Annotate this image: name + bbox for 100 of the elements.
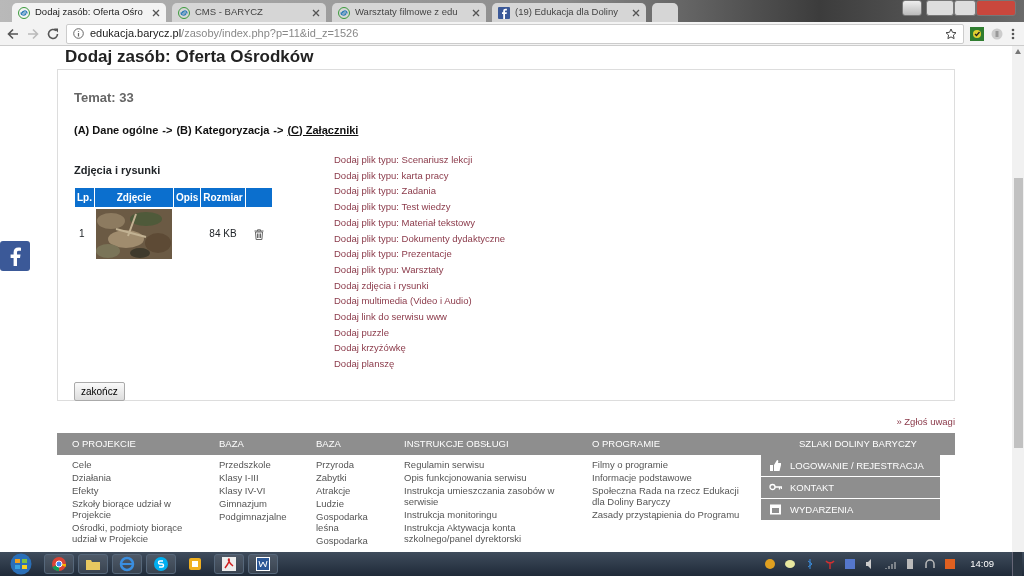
footer-link[interactable]: Zabytki [316,472,390,484]
column-heading: SZLAKI DOLINY BARYCZY [798,437,918,452]
finish-button[interactable]: zakończ [74,381,125,401]
document-icon[interactable] [187,556,203,572]
menu-icon[interactable] [1010,26,1016,41]
table-cell-text: 1 [78,227,86,241]
scroll-up-icon[interactable] [1015,49,1021,54]
footer-link[interactable]: Instrukcja Aktywacja konta szkolnego/panel dyrektorski [404,522,578,545]
thumbs-up-icon [769,459,782,473]
footer-link[interactable]: Ośrodki, podmioty biorące udział w Projekcie [72,522,205,545]
footer-link[interactable]: Przyroda [316,459,390,471]
add-link[interactable]: Dodaj plik typu: Prezentacje [334,246,506,262]
step-arrow: -> [273,122,284,138]
column-header: Opis [174,187,201,207]
headset-icon[interactable] [924,558,937,570]
facebook-icon [498,6,510,19]
clock-text: 14:09 [970,556,994,571]
add-link[interactable]: Dodaj plik typu: Materiał tekstowy [334,214,506,231]
browser-icon[interactable] [51,556,67,572]
page-heading: Dodaj zasób: Oferta Ośrodków [65,47,315,67]
reload-icon[interactable] [46,26,60,41]
add-link[interactable]: Dodaj plik typu: Zadania [334,183,506,200]
footer-link[interactable]: Efekty [72,485,205,497]
footer-link[interactable]: Szkoły biorące udział w Projekcie [72,498,205,521]
profile-button[interactable] [902,0,922,16]
tray-icon[interactable] [764,558,777,570]
add-link[interactable]: Dodaj multimedia (Video i Audio) [334,293,506,310]
add-link[interactable]: Dodaj plik typu: karta pracy [334,167,506,184]
column-heading: O PROJEKCIE [71,437,137,452]
column-heading: INSTRUKCJE OBSŁUGI [403,437,510,452]
address-field[interactable]: edukacja.barycz.pl/zasoby/index.php?p=11&id_z=1526 [66,23,964,44]
footer-link[interactable]: Ludzie [316,498,390,510]
step-link[interactable]: (B) Kategoryzacja [176,121,270,138]
footer-link[interactable]: Klasy I-III [219,472,302,484]
maximize-button[interactable] [954,0,976,16]
column-header: Rozmiar [201,187,245,207]
step-arrow: -> [162,122,173,138]
column-heading: O PROGRAMIE [591,437,662,452]
footer-link[interactable]: Klasy IV-VI [219,485,302,497]
site-icon [338,6,350,19]
star-icon[interactable] [945,27,957,40]
scrollbar[interactable] [1012,46,1024,552]
footer-link[interactable]: Atrakcje [316,485,390,497]
step-link[interactable]: (A) Dane ogólne [74,121,159,138]
footer-link[interactable]: Opis funkcjonowania serwisu [404,472,578,484]
footer-link[interactable]: Gospodarka [316,535,390,547]
antenna-icon[interactable] [824,558,837,570]
column-header [245,187,272,207]
add-link[interactable]: Dodaj plik typu: Test wiedzy [334,199,506,215]
close-icon[interactable] [312,8,320,17]
close-icon[interactable] [152,8,160,17]
footer-link[interactable]: Instrukcja monitoringu [404,509,578,521]
footer-link[interactable]: Społeczna Rada na rzecz Edukacji dla Doliny Baryczy [592,485,753,508]
footer-link[interactable]: Przedszkole [219,459,302,471]
url-text: edukacja.barycz.pl/zasoby/index.php?p=11&id_z=1526 [90,26,360,42]
footer-link[interactable]: Instrukcja umieszczania zasobów w serwisie [404,485,578,508]
info-icon [73,28,84,39]
add-link[interactable]: Dodaj krzyżówkę [334,340,506,357]
footer-link[interactable]: Działania [72,472,205,484]
column-heading: BAZA [218,437,245,452]
footer-link[interactable]: Regulamin serwisu [404,459,578,471]
step-link[interactable]: (C) Załączniki [287,121,359,138]
browser-tab[interactable]: (19) Edukacja dla Doliny [492,3,646,22]
add-link[interactable]: Dodaj puzzle [334,324,506,341]
footer-link[interactable]: Cele [72,459,205,471]
browser-tab[interactable]: Warsztaty filmowe z edu [332,3,486,22]
close-icon[interactable] [632,8,640,17]
chat-icon[interactable] [153,556,169,572]
pdf-icon[interactable] [221,556,237,572]
footer-link[interactable]: Gimnazjum [219,498,302,510]
browser-tab[interactable]: CMS - BARYCZ [172,3,326,22]
extension-icon[interactable] [970,26,984,41]
add-link[interactable]: Dodaj plik typu: Dokumenty dydaktyczne [334,230,506,247]
table-cell-text: 84 KB [208,227,238,241]
add-link[interactable]: Dodaj planszę [334,356,506,372]
document-icon[interactable] [255,556,271,572]
footer-link[interactable]: Filmy o programie [592,459,753,471]
add-link[interactable]: Dodaj plik typu: Scenariusz lekcji [334,152,506,168]
add-link[interactable]: Dodaj link do serwisu www [334,309,506,325]
trash-icon[interactable] [253,228,264,240]
footer-link[interactable]: Podgimnazjalne [219,511,302,523]
section-title: Zdjęcia i rysunki [74,163,162,178]
footer-link[interactable]: Zasady przystąpienia do Programu [592,509,753,521]
footer-link[interactable]: Gospodarka leśna [316,511,390,534]
tray-icon[interactable] [784,558,797,570]
facebook-icon[interactable] [0,241,30,271]
site-icon [178,6,190,19]
topic-heading: Temat: 33 [74,89,135,107]
back-icon[interactable] [6,26,20,41]
minimize-button[interactable] [926,0,954,16]
calendar-icon [769,503,782,517]
report-link[interactable]: » Zgłoś uwagi [57,415,955,430]
column-heading: BAZA [315,437,342,452]
column-header: Lp. [75,187,94,207]
add-link[interactable]: Dodaj zdjęcia i rysunki [334,277,506,294]
column-header: Zdjęcie [95,187,173,207]
browser-tab[interactable]: Dodaj zasób: Oferta Ośro [12,3,166,22]
close-icon[interactable] [472,8,480,17]
footer-link[interactable]: Informacje podstawowe [592,472,753,484]
add-link[interactable]: Dodaj plik typu: Warsztaty [334,261,506,278]
